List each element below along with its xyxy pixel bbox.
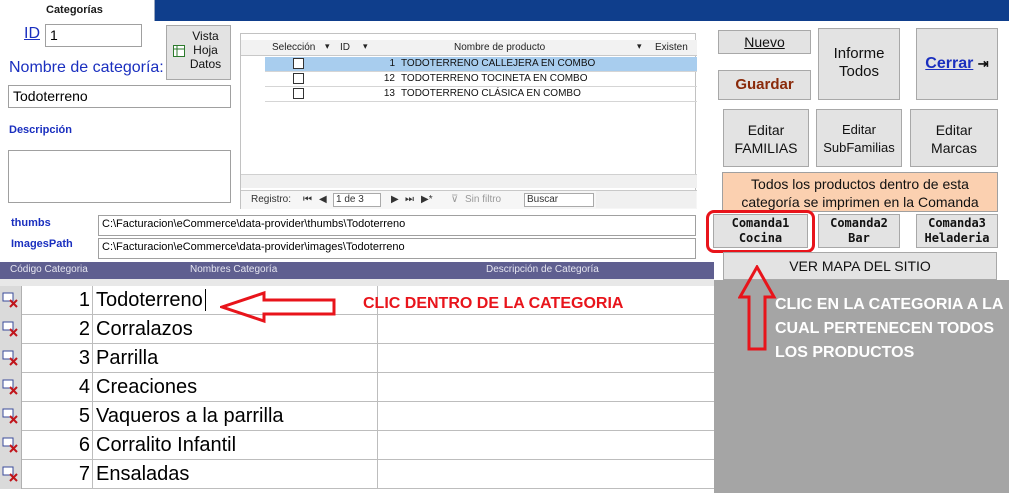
header-descripcion: Descripción de Categoría: [486, 264, 599, 275]
up-arrow-annotation: [738, 265, 777, 351]
nav-next-icon[interactable]: ▶: [391, 194, 399, 205]
col-existen[interactable]: Existen: [655, 42, 688, 53]
header-codigo: Código Categoria: [10, 264, 88, 275]
filter-icon[interactable]: ⊽: [451, 194, 458, 205]
record-selector-icon[interactable]: [0, 315, 22, 344]
record-selector-icon[interactable]: [0, 344, 22, 373]
table-row[interactable]: 6 Corralito Infantil: [0, 431, 714, 460]
annotation-circle: [706, 210, 815, 253]
col-nombre[interactable]: Nombre de producto: [454, 42, 545, 53]
nombre-field[interactable]: Todoterreno: [8, 85, 231, 108]
col-seleccion[interactable]: Selección: [272, 42, 315, 53]
nuevo-button[interactable]: Nuevo: [718, 30, 811, 54]
category-name-cell[interactable]: Vaqueros a la parrilla: [96, 402, 378, 431]
editar-familias-button[interactable]: Editar FAMILIAS: [723, 109, 809, 167]
table-row[interactable]: 3 Parrilla: [0, 344, 714, 373]
nav-prev-icon[interactable]: ◀: [319, 194, 327, 205]
col-seleccion-dropdown-icon[interactable]: ▾: [325, 41, 330, 52]
informe-todos-button[interactable]: Informe Todos: [818, 28, 900, 100]
subform-hscrollbar[interactable]: [241, 174, 697, 188]
nav-last-icon[interactable]: ⏭: [405, 194, 414, 205]
descripcion-label: Descripción: [9, 124, 72, 136]
col-nombre-dropdown-icon[interactable]: ▾: [637, 41, 642, 52]
col-id-dropdown-icon[interactable]: ▾: [363, 41, 368, 52]
nav-scrollbar[interactable]: [596, 191, 696, 208]
thumbs-path-field[interactable]: C:\Facturacion\eCommerce\data-provider\t…: [98, 215, 696, 236]
col-id[interactable]: ID: [340, 42, 350, 53]
nav-search-field[interactable]: Buscar: [524, 193, 594, 207]
record-selector-icon[interactable]: [0, 460, 22, 489]
editar-subfamilias-button[interactable]: Editar SubFamilias: [816, 109, 902, 167]
images-label: ImagesPath: [11, 238, 73, 250]
seleccion-checkbox[interactable]: [293, 88, 304, 99]
tab-categorias[interactable]: Categorías: [0, 0, 155, 21]
nav-first-icon[interactable]: ⏮: [303, 194, 312, 205]
left-arrow-annotation: [220, 290, 336, 324]
seleccion-checkbox[interactable]: [293, 58, 304, 69]
category-name-cell[interactable]: Creaciones: [96, 373, 378, 402]
subform-row[interactable]: 12 TODOTERRENO TOCINETA EN COMBO: [265, 72, 697, 87]
table-row[interactable]: 7 Ensaladas: [0, 460, 714, 489]
exit-icon: ⇥: [977, 56, 989, 71]
comanda2-bar-button[interactable]: Comanda2 Bar: [818, 214, 900, 248]
subform-row[interactable]: 1 TODOTERRENO CALLEJERA EN COMBO: [265, 57, 697, 72]
header-nombres: Nombres Categoría: [190, 264, 278, 275]
id-label: ID: [24, 25, 40, 42]
table-row[interactable]: 2 Corralazos: [0, 315, 714, 344]
seleccion-checkbox[interactable]: [293, 73, 304, 84]
category-name-cell[interactable]: Parrilla: [96, 344, 378, 373]
list-header: Código Categoria Nombres Categoría Descr…: [0, 262, 714, 279]
subform-row[interactable]: 13 TODOTERRENO CLÁSICA EN COMBO: [265, 87, 697, 102]
category-list: 1 Todoterreno 2 Corralazos 3 Parrilla 4 …: [0, 286, 714, 493]
cerrar-label: Cerrar: [925, 55, 974, 72]
record-selector-icon[interactable]: [0, 402, 22, 431]
comanda-info-text: Todos los productos dentro de esta categ…: [722, 172, 998, 212]
record-selector-icon[interactable]: [0, 431, 22, 460]
category-name-cell[interactable]: Ensaladas: [96, 460, 378, 489]
nav-position-field[interactable]: 1 de 3: [333, 193, 381, 207]
comanda3-heladeria-button[interactable]: Comanda3 Heladeria: [916, 214, 998, 248]
record-selector-icon[interactable]: [0, 373, 22, 402]
table-row[interactable]: 5 Vaqueros a la parrilla: [0, 402, 714, 431]
table-row[interactable]: 4 Creaciones: [0, 373, 714, 402]
guardar-button[interactable]: Guardar: [718, 70, 811, 100]
id-field[interactable]: 1: [45, 24, 142, 47]
nav-filter-button[interactable]: Sin filtro: [465, 194, 501, 205]
descripcion-field[interactable]: [8, 150, 231, 203]
products-subform: Selección ID Nombre de producto Existen …: [240, 33, 697, 209]
editar-marcas-button[interactable]: Editar Marcas: [910, 109, 998, 167]
thumbs-label: thumbs: [11, 217, 51, 229]
images-path-field[interactable]: C:\Facturacion\eCommerce\data-provider\i…: [98, 238, 696, 259]
cerrar-button[interactable]: Cerrar ⇥: [916, 28, 998, 100]
record-selector-icon[interactable]: [0, 286, 22, 315]
nav-new-icon[interactable]: ▶*: [421, 194, 433, 205]
nombre-label: Nombre de categoría:: [9, 59, 164, 76]
annotation-right-text: CLIC EN LA CATEGORIA A LA CUAL PERTENECE…: [775, 296, 1003, 361]
subform-header: Selección ID Nombre de producto Existen …: [241, 40, 697, 56]
datasheet-icon: [173, 45, 185, 57]
vista-hoja-datos-button[interactable]: Vista Hoja Datos: [166, 25, 231, 80]
category-name-cell[interactable]: Corralito Infantil: [96, 431, 378, 460]
annotation-left-text: CLIC DENTRO DE LA CATEGORIA: [363, 295, 624, 312]
